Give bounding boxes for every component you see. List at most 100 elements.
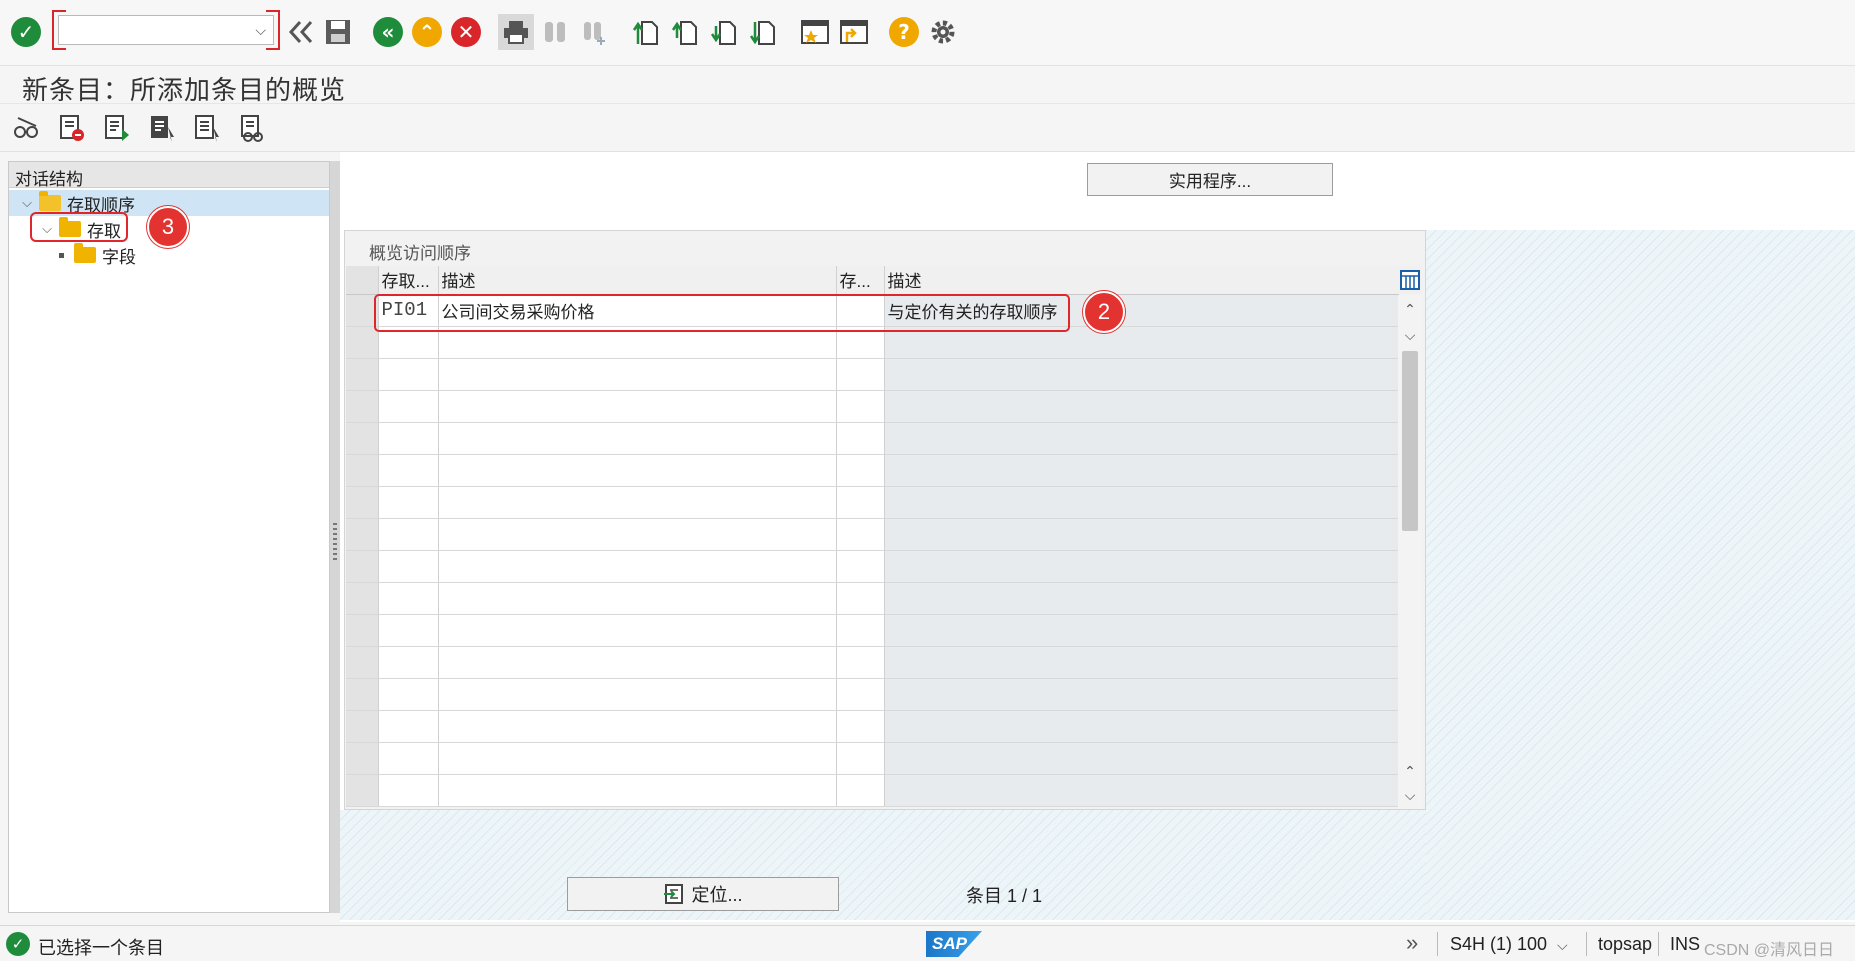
input-mode[interactable]: INS [1670, 934, 1700, 955]
access-seq-cell[interactable] [378, 550, 439, 583]
settings-icon[interactable] [925, 14, 961, 50]
description-cell[interactable] [438, 678, 837, 711]
row-selector[interactable] [346, 646, 379, 679]
access-seq-cell[interactable] [378, 518, 439, 551]
vertical-scrollbar[interactable]: ⌃ ⌵ ⌃ ⌵ [1398, 295, 1422, 809]
next-page-icon[interactable] [706, 14, 742, 50]
description-cell[interactable] [438, 518, 837, 551]
enter-icon[interactable]: ✓ [8, 14, 44, 50]
access-type-cell[interactable] [836, 518, 885, 551]
row-selector[interactable] [346, 774, 379, 807]
description-cell[interactable] [438, 422, 837, 455]
print-list-icon[interactable] [235, 112, 269, 144]
description-cell[interactable] [438, 390, 837, 423]
tree-item-fields[interactable]: 字段 [53, 242, 136, 268]
row-selector[interactable] [346, 422, 379, 455]
utilities-button[interactable]: 实用程序... [1087, 163, 1333, 196]
access-type-cell[interactable] [836, 742, 885, 775]
access-type-cell[interactable] [836, 422, 885, 455]
row-selector[interactable] [346, 710, 379, 743]
table-row[interactable] [346, 550, 1399, 583]
row-selector[interactable] [346, 742, 379, 775]
access-type-cell[interactable] [836, 358, 885, 391]
pane-splitter[interactable] [330, 161, 340, 913]
row-selector[interactable] [346, 454, 379, 487]
access-type-cell[interactable] [836, 582, 885, 615]
access-type-cell[interactable] [836, 454, 885, 487]
access-type-cell[interactable] [836, 486, 885, 519]
display-change-icon[interactable] [10, 112, 44, 144]
description-cell[interactable] [438, 646, 837, 679]
row-selector[interactable] [346, 326, 379, 359]
row-selector[interactable] [346, 358, 379, 391]
access-type-cell[interactable] [836, 550, 885, 583]
back-icon[interactable]: « [370, 14, 406, 50]
table-settings-icon[interactable] [1398, 266, 1422, 294]
table-row[interactable] [346, 678, 1399, 711]
table-row[interactable] [346, 614, 1399, 647]
access-seq-cell[interactable] [378, 646, 439, 679]
cancel-icon[interactable]: ✕ [448, 14, 484, 50]
access-type-cell[interactable] [836, 774, 885, 807]
row-selector[interactable] [346, 678, 379, 711]
previous-entry-icon[interactable] [100, 112, 134, 144]
find-icon[interactable] [537, 14, 573, 50]
save-icon[interactable] [320, 14, 356, 50]
find-next-icon[interactable] [576, 14, 612, 50]
column-header-access-seq[interactable]: 存取... [378, 266, 439, 295]
row-selector[interactable] [346, 486, 379, 519]
column-header-access-type[interactable]: 存... [836, 266, 885, 295]
page-down-icon[interactable]: ⌵ [1398, 783, 1422, 807]
page-up-icon[interactable]: ⌃ [1398, 759, 1422, 783]
access-seq-cell[interactable] [378, 774, 439, 807]
table-row[interactable] [346, 582, 1399, 615]
delete-entry-icon[interactable] [55, 112, 89, 144]
access-type-cell[interactable] [836, 678, 885, 711]
table-row[interactable] [346, 774, 1399, 807]
chevron-down-icon[interactable]: ⌵ [19, 195, 35, 211]
description-cell[interactable] [438, 710, 837, 743]
table-row[interactable] [346, 454, 1399, 487]
shortcut-icon[interactable] [836, 14, 872, 50]
print-icon[interactable] [498, 14, 534, 50]
row-selector[interactable] [346, 614, 379, 647]
exit-icon[interactable]: ⌃ [409, 14, 445, 50]
access-type-cell[interactable] [836, 710, 885, 743]
description-cell[interactable] [438, 742, 837, 775]
expand-status-icon[interactable]: » [1406, 930, 1418, 956]
access-seq-cell[interactable] [378, 582, 439, 615]
access-seq-cell[interactable] [378, 422, 439, 455]
table-row[interactable] [346, 486, 1399, 519]
description-cell[interactable] [438, 550, 837, 583]
description-cell[interactable] [438, 486, 837, 519]
next-entry-icon[interactable] [145, 112, 179, 144]
scroll-up-icon[interactable]: ⌃ [1398, 297, 1422, 321]
help-icon[interactable]: ? [886, 14, 922, 50]
back-history-icon[interactable] [283, 14, 319, 50]
table-row[interactable] [346, 518, 1399, 551]
command-field[interactable] [58, 15, 274, 45]
row-selector[interactable] [346, 390, 379, 423]
access-type-cell[interactable] [836, 390, 885, 423]
table-row[interactable] [346, 358, 1399, 391]
create-session-icon[interactable] [797, 14, 833, 50]
row-selector[interactable] [346, 518, 379, 551]
select-all-icon[interactable] [190, 112, 224, 144]
table-row[interactable] [346, 422, 1399, 455]
column-header-type-description[interactable]: 描述 [884, 266, 1399, 295]
scroll-down-icon[interactable]: ⌵ [1398, 323, 1422, 347]
position-button[interactable]: 定位... [567, 877, 839, 911]
table-row[interactable] [346, 710, 1399, 743]
access-seq-cell[interactable] [378, 358, 439, 391]
table-row[interactable] [346, 742, 1399, 775]
row-selector-header[interactable] [346, 266, 379, 295]
description-cell[interactable] [438, 774, 837, 807]
access-seq-cell[interactable] [378, 486, 439, 519]
description-cell[interactable] [438, 614, 837, 647]
column-header-description[interactable]: 描述 [438, 266, 837, 295]
access-seq-cell[interactable] [378, 710, 439, 743]
description-cell[interactable] [438, 454, 837, 487]
chevron-down-icon[interactable]: ⌵ [1557, 937, 1568, 954]
access-seq-cell[interactable] [378, 678, 439, 711]
scroll-thumb[interactable] [1402, 351, 1418, 531]
